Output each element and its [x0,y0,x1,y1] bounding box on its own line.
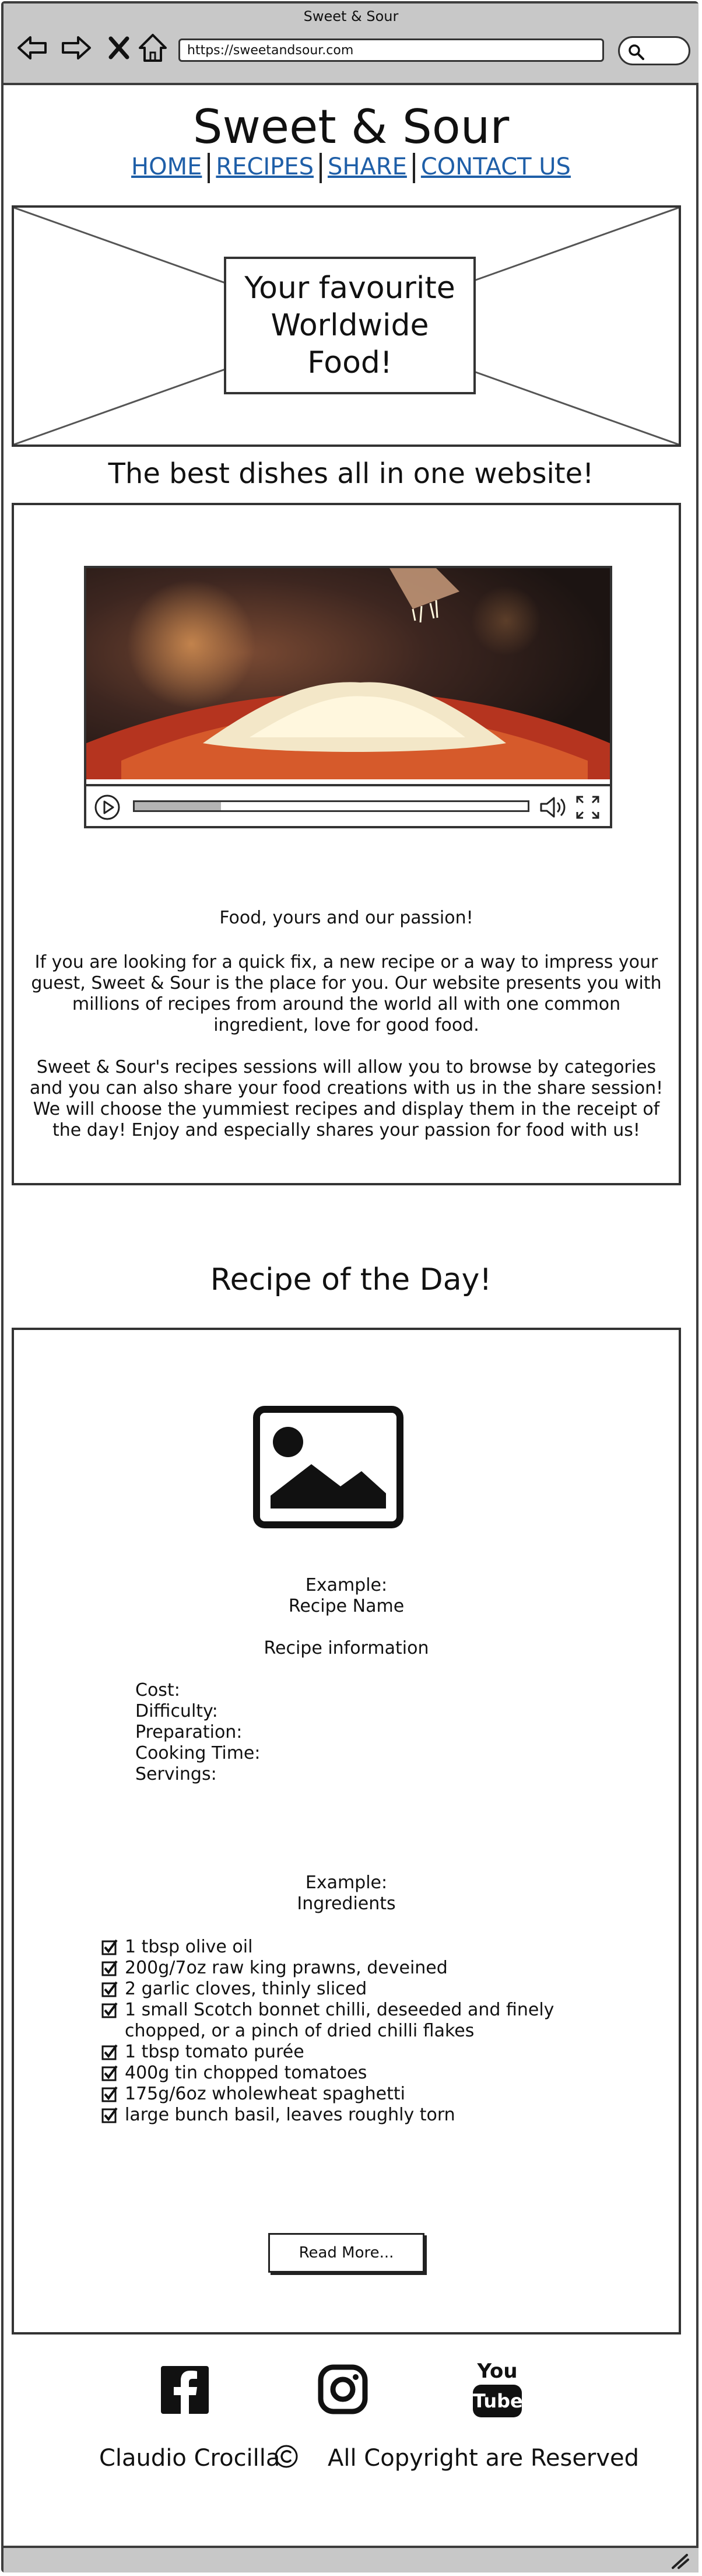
hero-banner: Your favourite Worldwide Food! [12,205,681,447]
video-controls [86,784,610,826]
recipe-info-heading: Recipe information [264,1638,429,1658]
resize-handle-icon[interactable] [671,2553,690,2570]
checkbox-checked-icon[interactable] [101,2002,118,2018]
checkbox-checked-icon[interactable] [101,2107,118,2123]
nav-contact-link[interactable]: CONTACT US [421,153,571,180]
play-icon[interactable] [93,793,121,821]
recipe-preparation-label: Preparation: [135,1722,243,1742]
checkbox-checked-icon[interactable] [101,1981,118,1997]
ingredient-item: large bunch basil, leaves roughly torn [101,2105,603,2126]
site-title: Sweet & Sour [192,100,510,154]
fullscreen-icon[interactable] [574,793,602,821]
image-placeholder-icon [253,1406,403,1528]
ingredient-item: 400g tin chopped tomatoes [101,2063,603,2084]
video-frame[interactable] [86,568,610,779]
video-progress-fill [135,802,222,810]
ingredient-item: 1 tbsp olive oil [101,1937,603,1958]
checkbox-checked-icon[interactable] [101,2065,118,2081]
nav-share-link[interactable]: SHARE [328,153,407,180]
intro-panel: Food, yours and our passion! If you are … [12,503,681,1185]
main-nav: HOME RECIPES SHARE CONTACT US [0,153,702,188]
url-input[interactable]: https://sweetandsour.com [178,38,604,62]
tagline: The best dishes all in one website! [108,457,594,490]
checkbox-checked-icon[interactable] [101,1939,118,1955]
about-lead: Food, yours and our passion! [219,908,473,928]
youtube-label-bottom: Tube [473,2385,523,2417]
instagram-icon[interactable] [316,2360,370,2418]
recipe-name: Recipe Name [288,1596,405,1616]
checkbox-checked-icon[interactable] [101,2086,118,2102]
nav-divider [208,153,210,183]
ingredient-item: 1 small Scotch bonnet chilli, deseeded a… [101,2000,603,2042]
recipe-cooking-time-label: Cooking Time: [135,1743,261,1763]
about-text: Food, yours and our passion! If you are … [22,908,671,1162]
ingredient-item: 2 garlic cloves, thinly sliced [101,1979,603,2000]
recipe-servings-label: Servings: [135,1764,217,1784]
home-icon[interactable] [136,32,169,64]
video-progress-bar[interactable] [133,800,529,812]
window-title: Sweet & Sour [303,8,399,24]
browser-search-box[interactable] [618,36,690,65]
read-more-button[interactable]: Read More... [268,2233,424,2273]
recipe-of-day-title: Recipe of the Day! [210,1262,492,1297]
ingredients-heading: Ingredients [297,1894,396,1914]
ingredient-item: 175g/6oz wholewheat spaghetti [101,2084,603,2105]
hero-text: Your favourite Worldwide Food! [224,257,476,394]
ingredient-item: 200g/7oz raw king prawns, deveined [101,1958,603,1979]
checkbox-checked-icon[interactable] [101,2044,118,2060]
close-icon[interactable] [103,32,135,64]
copyright-icon [275,2445,298,2468]
facebook-icon[interactable] [159,2360,212,2418]
nav-divider [319,153,322,183]
ingredients-list: 1 tbsp olive oil 200g/7oz raw king prawn… [101,1937,603,2126]
youtube-icon[interactable]: You Tube [471,2360,524,2418]
recipe-panel: Example: Recipe Name Recipe information … [12,1328,681,2334]
video-player[interactable] [84,566,612,828]
url-text: https://sweetandsour.com [187,43,354,58]
footer-author: Claudio Crocilla [99,2445,280,2472]
youtube-label-top: You [477,2360,518,2383]
search-icon [629,44,644,60]
footer-copyright: All Copyright are Reserved [328,2445,640,2472]
about-paragraph-1: If you are looking for a quick fix, a ne… [31,952,662,1035]
recipe-difficulty-label: Difficulty: [135,1701,218,1721]
browser-status-bar [3,2546,699,2572]
recipe-cost-label: Cost: [135,1680,180,1700]
recipe-example-label: Example: [305,1575,388,1595]
about-paragraph-2: Sweet & Sour's recipes sessions will all… [29,1057,664,1140]
checkbox-checked-icon[interactable] [101,1960,118,1976]
forward-arrow-icon[interactable] [59,32,92,64]
back-arrow-icon[interactable] [16,32,49,64]
volume-icon[interactable] [539,793,569,821]
nav-divider [412,153,415,183]
ingredient-item: 1 tbsp tomato purée [101,2042,603,2063]
nav-home-link[interactable]: HOME [131,153,202,180]
recipe-meta: Cost: Difficulty: Preparation: Cooking T… [135,1680,260,1785]
browser-toolbar: Sweet & Sour https://sweetandsour.com [3,4,699,85]
nav-recipes-link[interactable]: RECIPES [216,153,314,180]
ingredients-example-label: Example: [305,1873,388,1893]
